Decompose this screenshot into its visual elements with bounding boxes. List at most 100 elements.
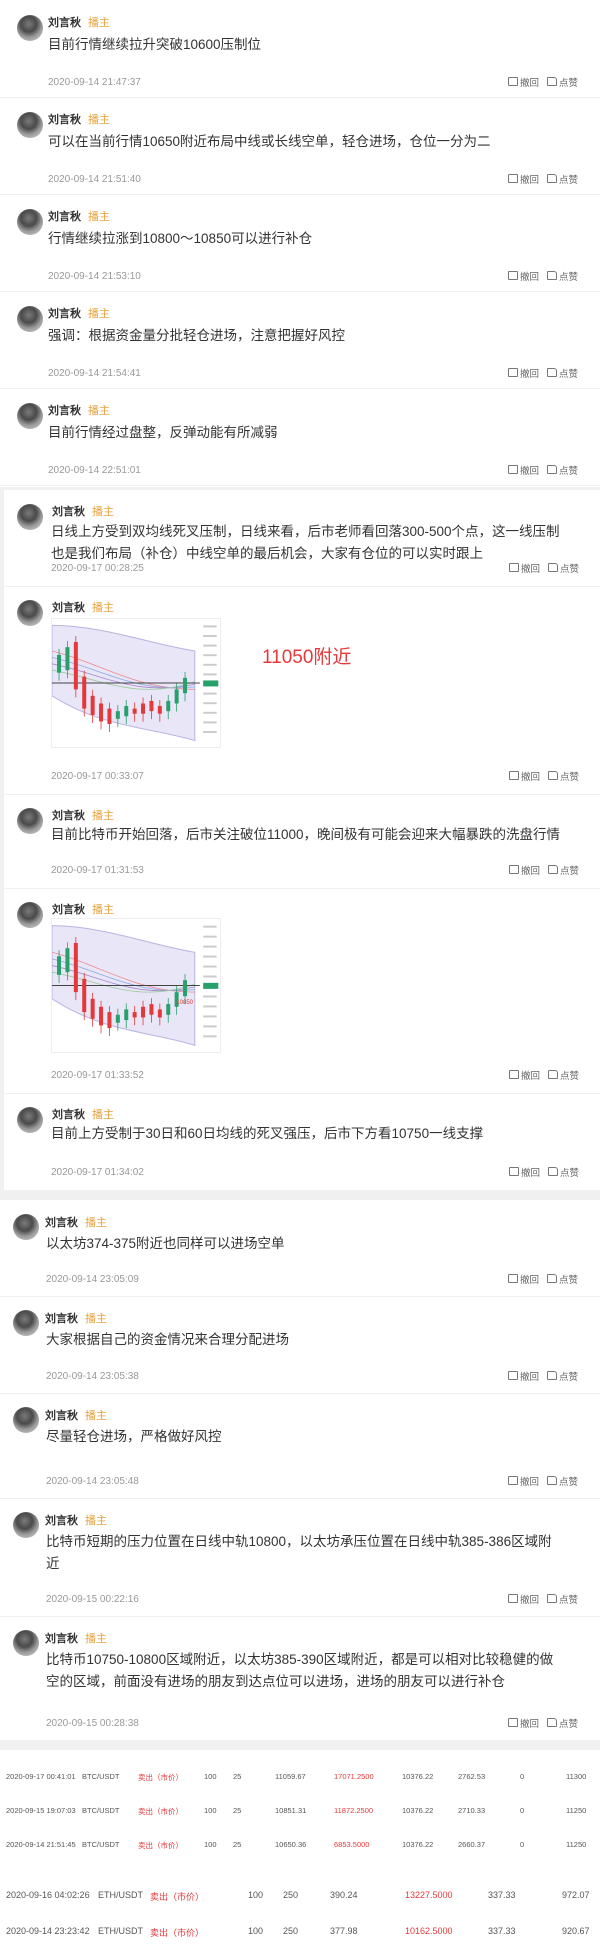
message-time: 2020-09-14 21:51:40: [48, 174, 141, 185]
message-text: 目前行情经过盘整，反弹动能有所减弱: [48, 425, 278, 440]
like-button[interactable]: 点赞: [547, 863, 579, 877]
thumbs-up-icon: [546, 76, 557, 86]
avatar[interactable]: [13, 1407, 39, 1433]
candle: [149, 1004, 154, 1015]
avatar[interactable]: [17, 902, 43, 928]
withdraw-button[interactable]: 撤回: [507, 1474, 539, 1488]
candle: [99, 703, 104, 722]
message-actions: 撤回 点赞: [500, 172, 578, 187]
withdraw-button[interactable]: 撤回: [508, 1165, 540, 1179]
like-button[interactable]: 点赞: [547, 561, 579, 575]
table-cell: 2020-09-15 19:07:03: [6, 1806, 76, 1815]
like-label: 点赞: [559, 1168, 579, 1179]
withdraw-button[interactable]: 撤回: [507, 463, 539, 477]
table-cell: 377.98: [330, 1926, 358, 1936]
chart-image[interactable]: [51, 618, 221, 748]
axis-tick: [203, 975, 217, 978]
axis-tick: [203, 945, 217, 948]
like-button[interactable]: 点赞: [546, 75, 578, 89]
like-button[interactable]: 点赞: [546, 1272, 578, 1286]
like-button[interactable]: 点赞: [546, 463, 578, 477]
table-cell: 100: [204, 1806, 217, 1815]
table-cell: 卖出（市价）: [150, 1928, 205, 1938]
like-label: 点赞: [558, 175, 578, 186]
thumbs-up-icon: [547, 1166, 558, 1176]
withdraw-button[interactable]: 撤回: [508, 863, 540, 877]
withdraw-button[interactable]: 撤回: [507, 269, 539, 283]
avatar[interactable]: [17, 403, 43, 429]
withdraw-button[interactable]: 撤回: [508, 769, 540, 783]
withdraw-button[interactable]: 撤回: [508, 561, 540, 575]
avatar[interactable]: [17, 600, 43, 626]
avatar[interactable]: [17, 808, 43, 834]
withdraw-button[interactable]: 撤回: [507, 366, 539, 380]
thumbs-up-icon: [547, 1069, 558, 1079]
host-badge: 播主: [92, 904, 114, 916]
withdraw-button[interactable]: 撤回: [507, 1272, 539, 1286]
like-label: 点赞: [558, 1719, 578, 1730]
axis-tick: [203, 644, 217, 647]
withdraw-label: 撤回: [519, 1477, 539, 1488]
withdraw-button[interactable]: 撤回: [507, 1592, 539, 1606]
table-cell: 2020-09-16 04:02:26: [6, 1890, 90, 1900]
withdraw-label: 撤回: [520, 866, 540, 877]
thumbs-up-icon: [546, 270, 557, 280]
avatar[interactable]: [17, 112, 43, 138]
table-cell: 11059.67: [275, 1772, 306, 1781]
avatar[interactable]: [13, 1630, 39, 1656]
message-actions: 撤回 点赞: [501, 769, 579, 784]
like-button[interactable]: 点赞: [546, 1474, 578, 1488]
table-cell: 卖出（市价）: [150, 1892, 205, 1902]
like-button[interactable]: 点赞: [546, 269, 578, 283]
withdraw-button[interactable]: 撤回: [507, 1369, 539, 1383]
like-label: 点赞: [559, 866, 579, 877]
message-text: 行情继续拉涨到10800～10850可以进行补仓: [48, 231, 313, 246]
message-text: 比特币短期的压力位置在日线中轨10800，以太坊承压位置在日线中轨385-386…: [46, 1534, 552, 1549]
thumbs-up-icon: [546, 1370, 557, 1380]
like-button[interactable]: 点赞: [546, 366, 578, 380]
price-marker: [203, 982, 219, 989]
avatar[interactable]: [13, 1214, 39, 1240]
trade-table: 2020-09-17 00:41:01 BTC/USDT 卖出（市价） 100 25 11…: [0, 1750, 600, 1946]
avatar[interactable]: [17, 15, 43, 41]
avatar[interactable]: [17, 306, 43, 332]
withdraw-label: 撤回: [519, 78, 539, 89]
like-button[interactable]: 点赞: [546, 1592, 578, 1606]
avatar[interactable]: [13, 1310, 39, 1336]
like-button[interactable]: 点赞: [547, 769, 579, 783]
withdraw-label: 撤回: [519, 175, 539, 186]
like-button[interactable]: 点赞: [547, 1068, 579, 1082]
message-text: 目前比特币开始回落，后市关注破位11000，晚间极有可能会迎来大幅暴跌的洗盘行情: [51, 827, 561, 842]
thumbs-up-icon: [546, 173, 557, 183]
withdraw-button[interactable]: 撤回: [507, 172, 539, 186]
table-cell: 250: [283, 1890, 299, 1900]
price-marker: [203, 680, 219, 687]
chat-message: 刘言秋 播主 尽量轻仓进场，严格做好风控 2020-09-14 23:05:48 撤回 点…: [0, 1393, 600, 1499]
table-cell: 10650.36: [275, 1840, 307, 1849]
user-name: 刘言秋: [52, 602, 85, 614]
candle: [57, 956, 62, 975]
withdraw-button[interactable]: 撤回: [507, 1716, 539, 1730]
like-button[interactable]: 点赞: [547, 1165, 579, 1179]
withdraw-button[interactable]: 撤回: [508, 1068, 540, 1082]
table-cell: 10851.31: [275, 1806, 307, 1815]
candle: [132, 1012, 137, 1018]
like-button[interactable]: 点赞: [546, 172, 578, 186]
like-button[interactable]: 点赞: [546, 1369, 578, 1383]
avatar[interactable]: [17, 209, 43, 235]
candle: [157, 1009, 162, 1018]
table-cell: 390.24: [330, 1890, 358, 1900]
thumbs-up-icon: [546, 1475, 557, 1485]
avatar[interactable]: [17, 1107, 43, 1133]
like-button[interactable]: 点赞: [546, 1716, 578, 1730]
withdraw-button[interactable]: 撤回: [507, 75, 539, 89]
host-badge: 播主: [88, 308, 110, 320]
chart-image[interactable]: 10850: [51, 918, 221, 1053]
avatar[interactable]: [17, 504, 43, 530]
host-badge: 播主: [92, 1109, 114, 1121]
message-text: 近: [46, 1556, 60, 1571]
table-cell: 0: [520, 1772, 525, 1781]
avatar[interactable]: [13, 1512, 39, 1538]
table-cell: 卖出（市价）: [138, 1807, 183, 1816]
table-cell: 2762.53: [458, 1772, 486, 1781]
